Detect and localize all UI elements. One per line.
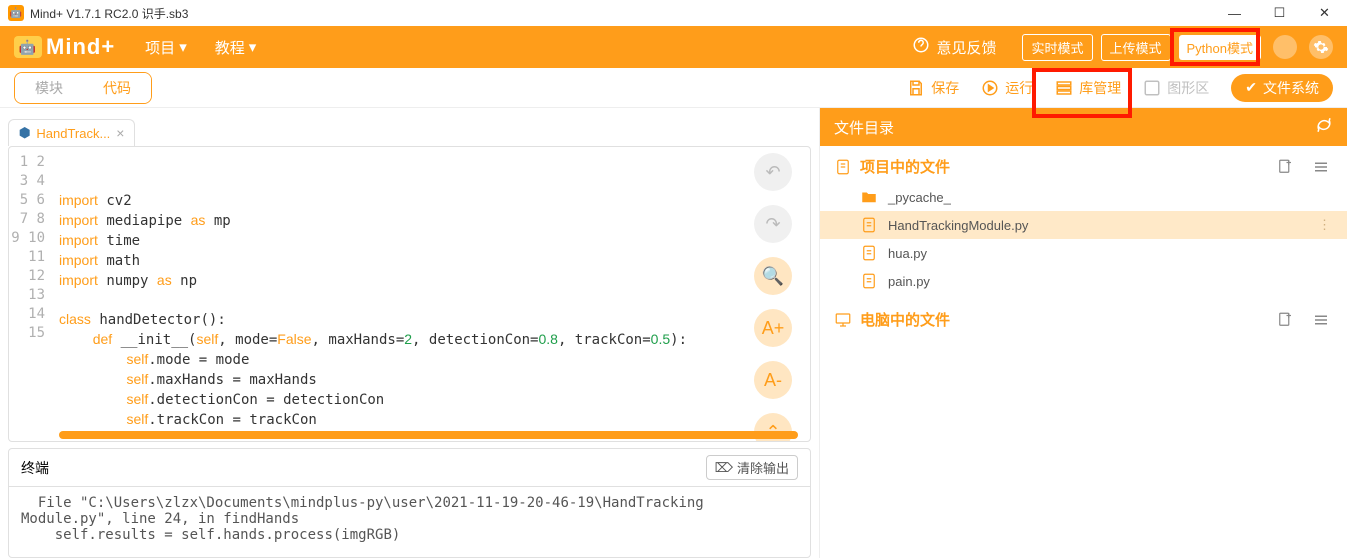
menu-button[interactable] [1309,310,1333,330]
python-icon: ⬢ [19,125,30,141]
file-directory-header: 文件目录 [820,108,1347,146]
library-icon [1055,79,1073,97]
maximize-button[interactable]: ☐ [1257,0,1302,26]
section-computer-files: 电脑中的文件 [820,299,1347,332]
view-segment: 模块 代码 [14,72,152,104]
file-row-hua[interactable]: hua.py [820,239,1347,267]
mode-upload[interactable]: 上传模式 [1101,34,1171,61]
user-avatar[interactable] [1273,35,1297,59]
seg-code[interactable]: 代码 [83,73,151,103]
add-file-button[interactable] [1273,310,1297,330]
horizontal-scrollbar[interactable] [59,431,798,439]
file-icon [860,244,878,262]
close-button[interactable]: ✕ [1302,0,1347,26]
sub-toolbar: 模块 代码 保存 运行 库管理 图形区 ✔ 文件系统 [0,68,1347,108]
code-content[interactable]: import cv2 import mediapipe as mp import… [59,147,810,441]
file-icon [860,216,878,234]
play-icon [981,79,999,97]
file-icon [834,158,852,176]
clear-output-button[interactable]: ⌦ 清除输出 [706,455,798,480]
editor-tabs: ⬢ HandTrack... × [0,114,819,146]
file-row-pain[interactable]: pain.py [820,267,1347,295]
search-icon: 🔍 [762,266,784,287]
more-icon[interactable]: ⋮ [1318,217,1333,233]
code-editor[interactable]: 1 2 3 4 5 6 7 8 9 10 11 12 13 14 15 impo… [8,146,811,442]
font-decrease-button[interactable]: A- [754,361,792,399]
add-file-button[interactable] [1273,157,1297,177]
file-row-handtracking[interactable]: HandTrackingModule.py ⋮ [820,211,1347,239]
run-button[interactable]: 运行 [981,78,1033,98]
logo-icon: 🤖 [14,36,42,58]
section-project-label: 项目中的文件 [860,156,950,177]
settings-icon[interactable] [1309,35,1333,59]
app-icon: 🤖 [8,5,24,21]
menu-tutorial[interactable]: 教程 ▾ [215,37,257,58]
question-icon [912,36,930,58]
window-title: Mind+ V1.7.1 RC2.0 识手.sb3 [30,5,188,22]
window-titlebar: 🤖 Mind+ V1.7.1 RC2.0 识手.sb3 — ☐ ✕ [0,0,1347,26]
file-label: hua.py [888,246,927,261]
editor-tab-label: HandTrack... [36,126,110,141]
filesystem-button[interactable]: ✔ 文件系统 [1231,74,1333,102]
terminal-body[interactable]: File "C:\Users\zlzx\Documents\mindplus-p… [9,487,810,557]
file-label: HandTrackingModule.py [888,218,1028,233]
folder-icon [860,188,878,206]
redo-icon: ↷ [765,214,780,235]
section-computer-label: 电脑中的文件 [860,309,950,330]
menu-button[interactable] [1309,157,1333,177]
tab-close[interactable]: × [116,125,124,141]
project-file-list: _pycache_ HandTrackingModule.py ⋮ hua.py… [820,179,1347,299]
main-menu: 项目 ▾ 教程 ▾ [145,37,256,58]
redo-button[interactable]: ↷ [754,205,792,243]
terminal-header: 终端 ⌦ 清除输出 [9,449,810,487]
seg-blocks[interactable]: 模块 [15,73,83,103]
main-area: ⬢ HandTrack... × 1 2 3 4 5 6 7 8 9 10 11… [0,108,1347,558]
eraser-icon: ⌦ [715,460,733,476]
refresh-icon[interactable] [1315,116,1333,138]
monitor-icon [834,311,852,329]
editor-tab[interactable]: ⬢ HandTrack... × [8,119,135,146]
app-header: 🤖 Mind+ 项目 ▾ 教程 ▾ 意见反馈 实时模式 上传模式 Python模… [0,26,1347,68]
menu-project[interactable]: 项目 ▾ [145,37,187,58]
save-button[interactable]: 保存 [907,78,959,98]
terminal-title: 终端 [21,458,49,478]
graph-icon [1143,79,1161,97]
file-row-folder[interactable]: _pycache_ [820,183,1347,211]
logo: 🤖 Mind+ [14,34,115,60]
mode-realtime[interactable]: 实时模式 [1022,34,1092,61]
check-icon: ✔ [1245,79,1257,96]
save-icon [907,79,925,97]
minimize-button[interactable]: — [1212,0,1257,26]
left-pane: ⬢ HandTrack... × 1 2 3 4 5 6 7 8 9 10 11… [0,108,820,558]
right-pane: 文件目录 项目中的文件 _pycache_ [820,108,1347,558]
section-project-files: 项目中的文件 [820,146,1347,179]
terminal-panel: 终端 ⌦ 清除输出 File "C:\Users\zlzx\Documents\… [8,448,811,558]
graph-button[interactable]: 图形区 [1143,78,1209,98]
window-controls: — ☐ ✕ [1212,0,1347,26]
editor-side-buttons: ↶ ↷ 🔍 A+ A- ⌃ [754,153,792,442]
lib-manager-button[interactable]: 库管理 [1055,78,1121,98]
undo-button[interactable]: ↶ [754,153,792,191]
file-label: pain.py [888,274,930,289]
search-button[interactable]: 🔍 [754,257,792,295]
mode-python[interactable]: Python模式 [1179,35,1261,60]
line-gutter: 1 2 3 4 5 6 7 8 9 10 11 12 13 14 15 [9,147,59,441]
logo-text: Mind+ [46,34,115,60]
file-directory-title: 文件目录 [834,117,894,138]
undo-icon: ↶ [765,162,780,183]
file-icon [860,272,878,290]
feedback-button[interactable]: 意见反馈 [912,36,996,58]
font-increase-button[interactable]: A+ [754,309,792,347]
file-label: _pycache_ [888,190,951,205]
